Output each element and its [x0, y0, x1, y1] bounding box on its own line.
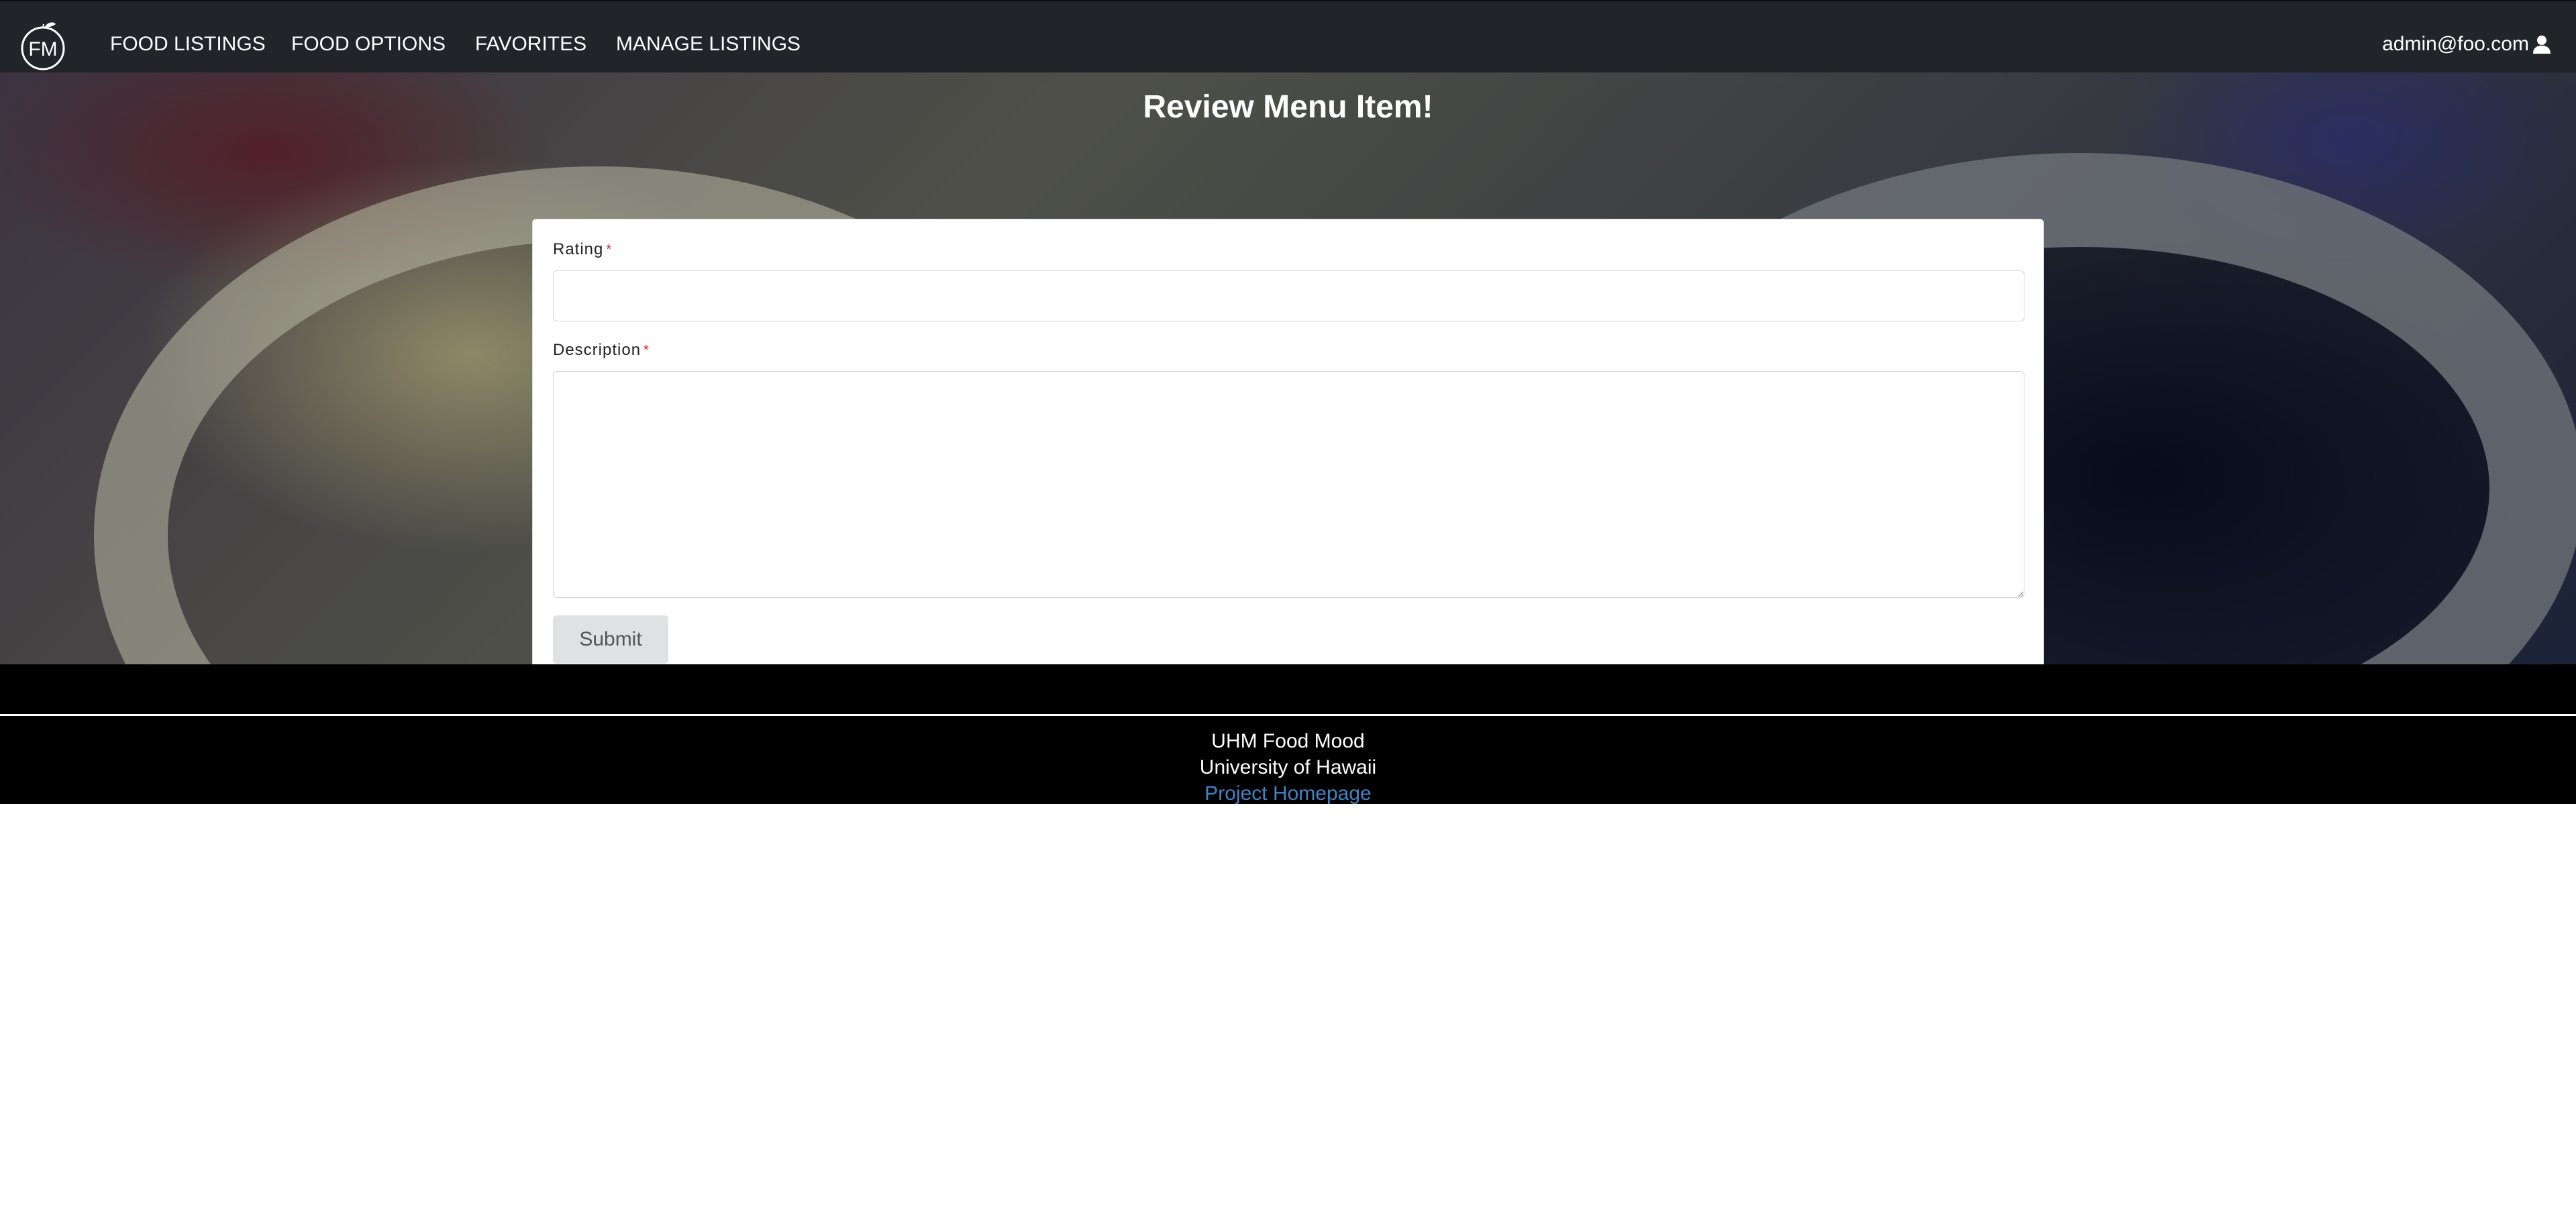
page-title: Review Menu Item!: [1143, 89, 1433, 125]
nav-favorites[interactable]: FAVORITES: [475, 32, 586, 56]
user-icon: [2533, 36, 2551, 54]
footer-spacer-band: [0, 664, 2576, 714]
rating-label: Rating *: [553, 240, 612, 260]
top-navbar: FM FOOD LISTINGS FOOD OPTIONS FAVORITES …: [0, 0, 2576, 72]
nav-manage-listings[interactable]: MANAGE LISTINGS: [616, 32, 801, 56]
rating-input[interactable]: [553, 270, 2024, 321]
submit-button[interactable]: Submit: [553, 615, 668, 664]
required-marker: *: [643, 343, 650, 358]
fm-logo-icon: FM: [21, 22, 65, 70]
description-label: Description *: [553, 340, 650, 360]
description-textarea[interactable]: [553, 371, 2024, 598]
page-blank-area: [0, 804, 2576, 1228]
footer: UHM Food Mood University of Hawaii Proje…: [0, 714, 2576, 807]
review-form: Rating * Description * Submit: [532, 219, 2044, 664]
nav-food-listings[interactable]: FOOD LISTINGS: [110, 32, 266, 56]
description-label-text: Description: [553, 341, 641, 359]
footer-university: University of Hawaii: [1199, 756, 1377, 778]
logo-text: FM: [28, 38, 57, 60]
hero-background: Review Menu Item! Rating * Description * S…: [0, 72, 2576, 664]
footer-app-name: UHM Food Mood: [1211, 730, 1365, 752]
rating-label-text: Rating: [553, 240, 604, 258]
required-marker: *: [606, 242, 613, 257]
user-email: admin@foo.com: [2382, 33, 2529, 55]
project-homepage-link[interactable]: Project Homepage: [0, 780, 2576, 807]
user-menu[interactable]: admin@foo.com: [2382, 32, 2552, 56]
nav-food-options[interactable]: FOOD OPTIONS: [291, 32, 446, 56]
app-logo[interactable]: FM: [18, 20, 69, 71]
